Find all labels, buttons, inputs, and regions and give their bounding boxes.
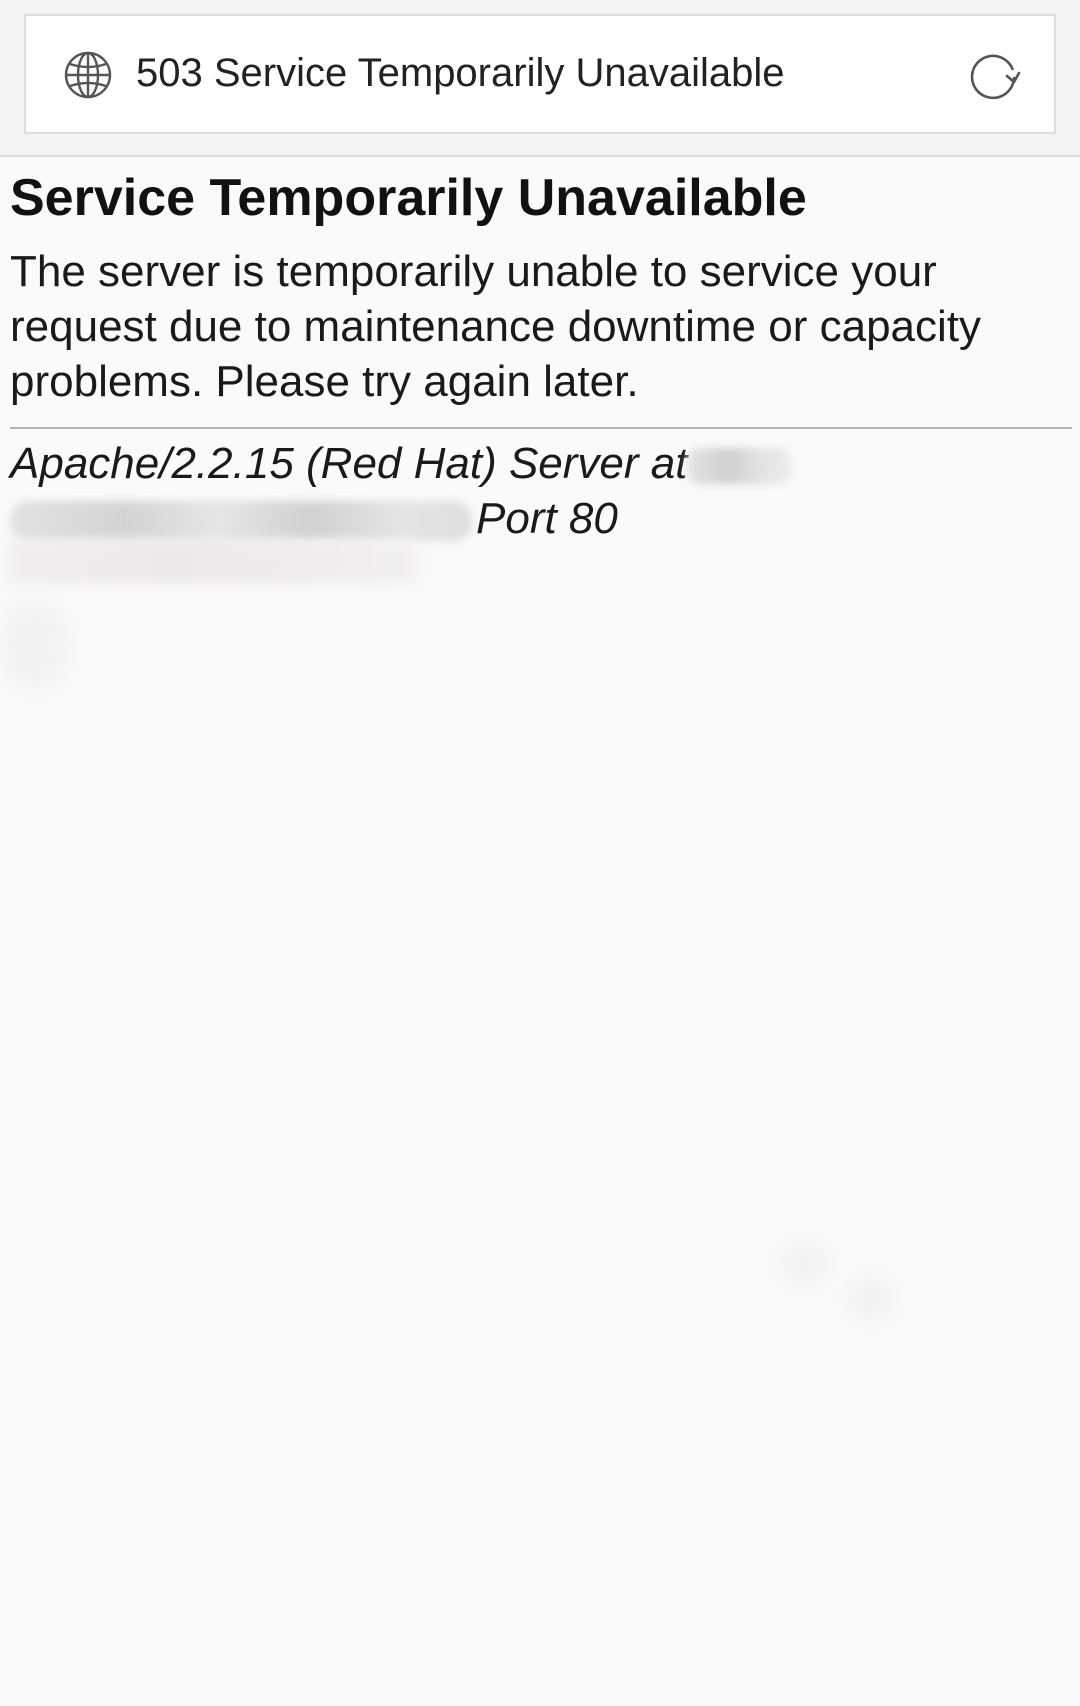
address-bar[interactable]: 503 Service Temporarily Unavailable bbox=[24, 14, 1056, 134]
divider bbox=[10, 427, 1072, 429]
page-title[interactable]: 503 Service Temporarily Unavailable bbox=[136, 43, 896, 103]
redacted-hostname bbox=[10, 501, 472, 542]
server-signature: Apache/2.2.15 (Red Hat) Server at Port 80 bbox=[10, 436, 1072, 546]
globe-icon bbox=[64, 51, 112, 99]
error-heading: Service Temporarily Unavailable bbox=[10, 169, 807, 227]
screen-smudge bbox=[0, 600, 70, 690]
server-port: Port 80 bbox=[476, 494, 618, 543]
error-message: The server is temporarily unable to serv… bbox=[10, 247, 982, 406]
redacted-hostname-part bbox=[687, 448, 792, 485]
reload-icon[interactable] bbox=[966, 47, 1022, 103]
browser-toolbar: 503 Service Temporarily Unavailable bbox=[0, 0, 1080, 157]
screen-smudge bbox=[846, 1276, 894, 1322]
page-content: Service Temporarily Unavailable The serv… bbox=[10, 163, 1072, 546]
screen-smudge bbox=[780, 1240, 830, 1286]
server-signature-prefix: Apache/2.2.15 (Red Hat) Server at bbox=[10, 439, 688, 488]
redaction-smear bbox=[8, 540, 418, 584]
